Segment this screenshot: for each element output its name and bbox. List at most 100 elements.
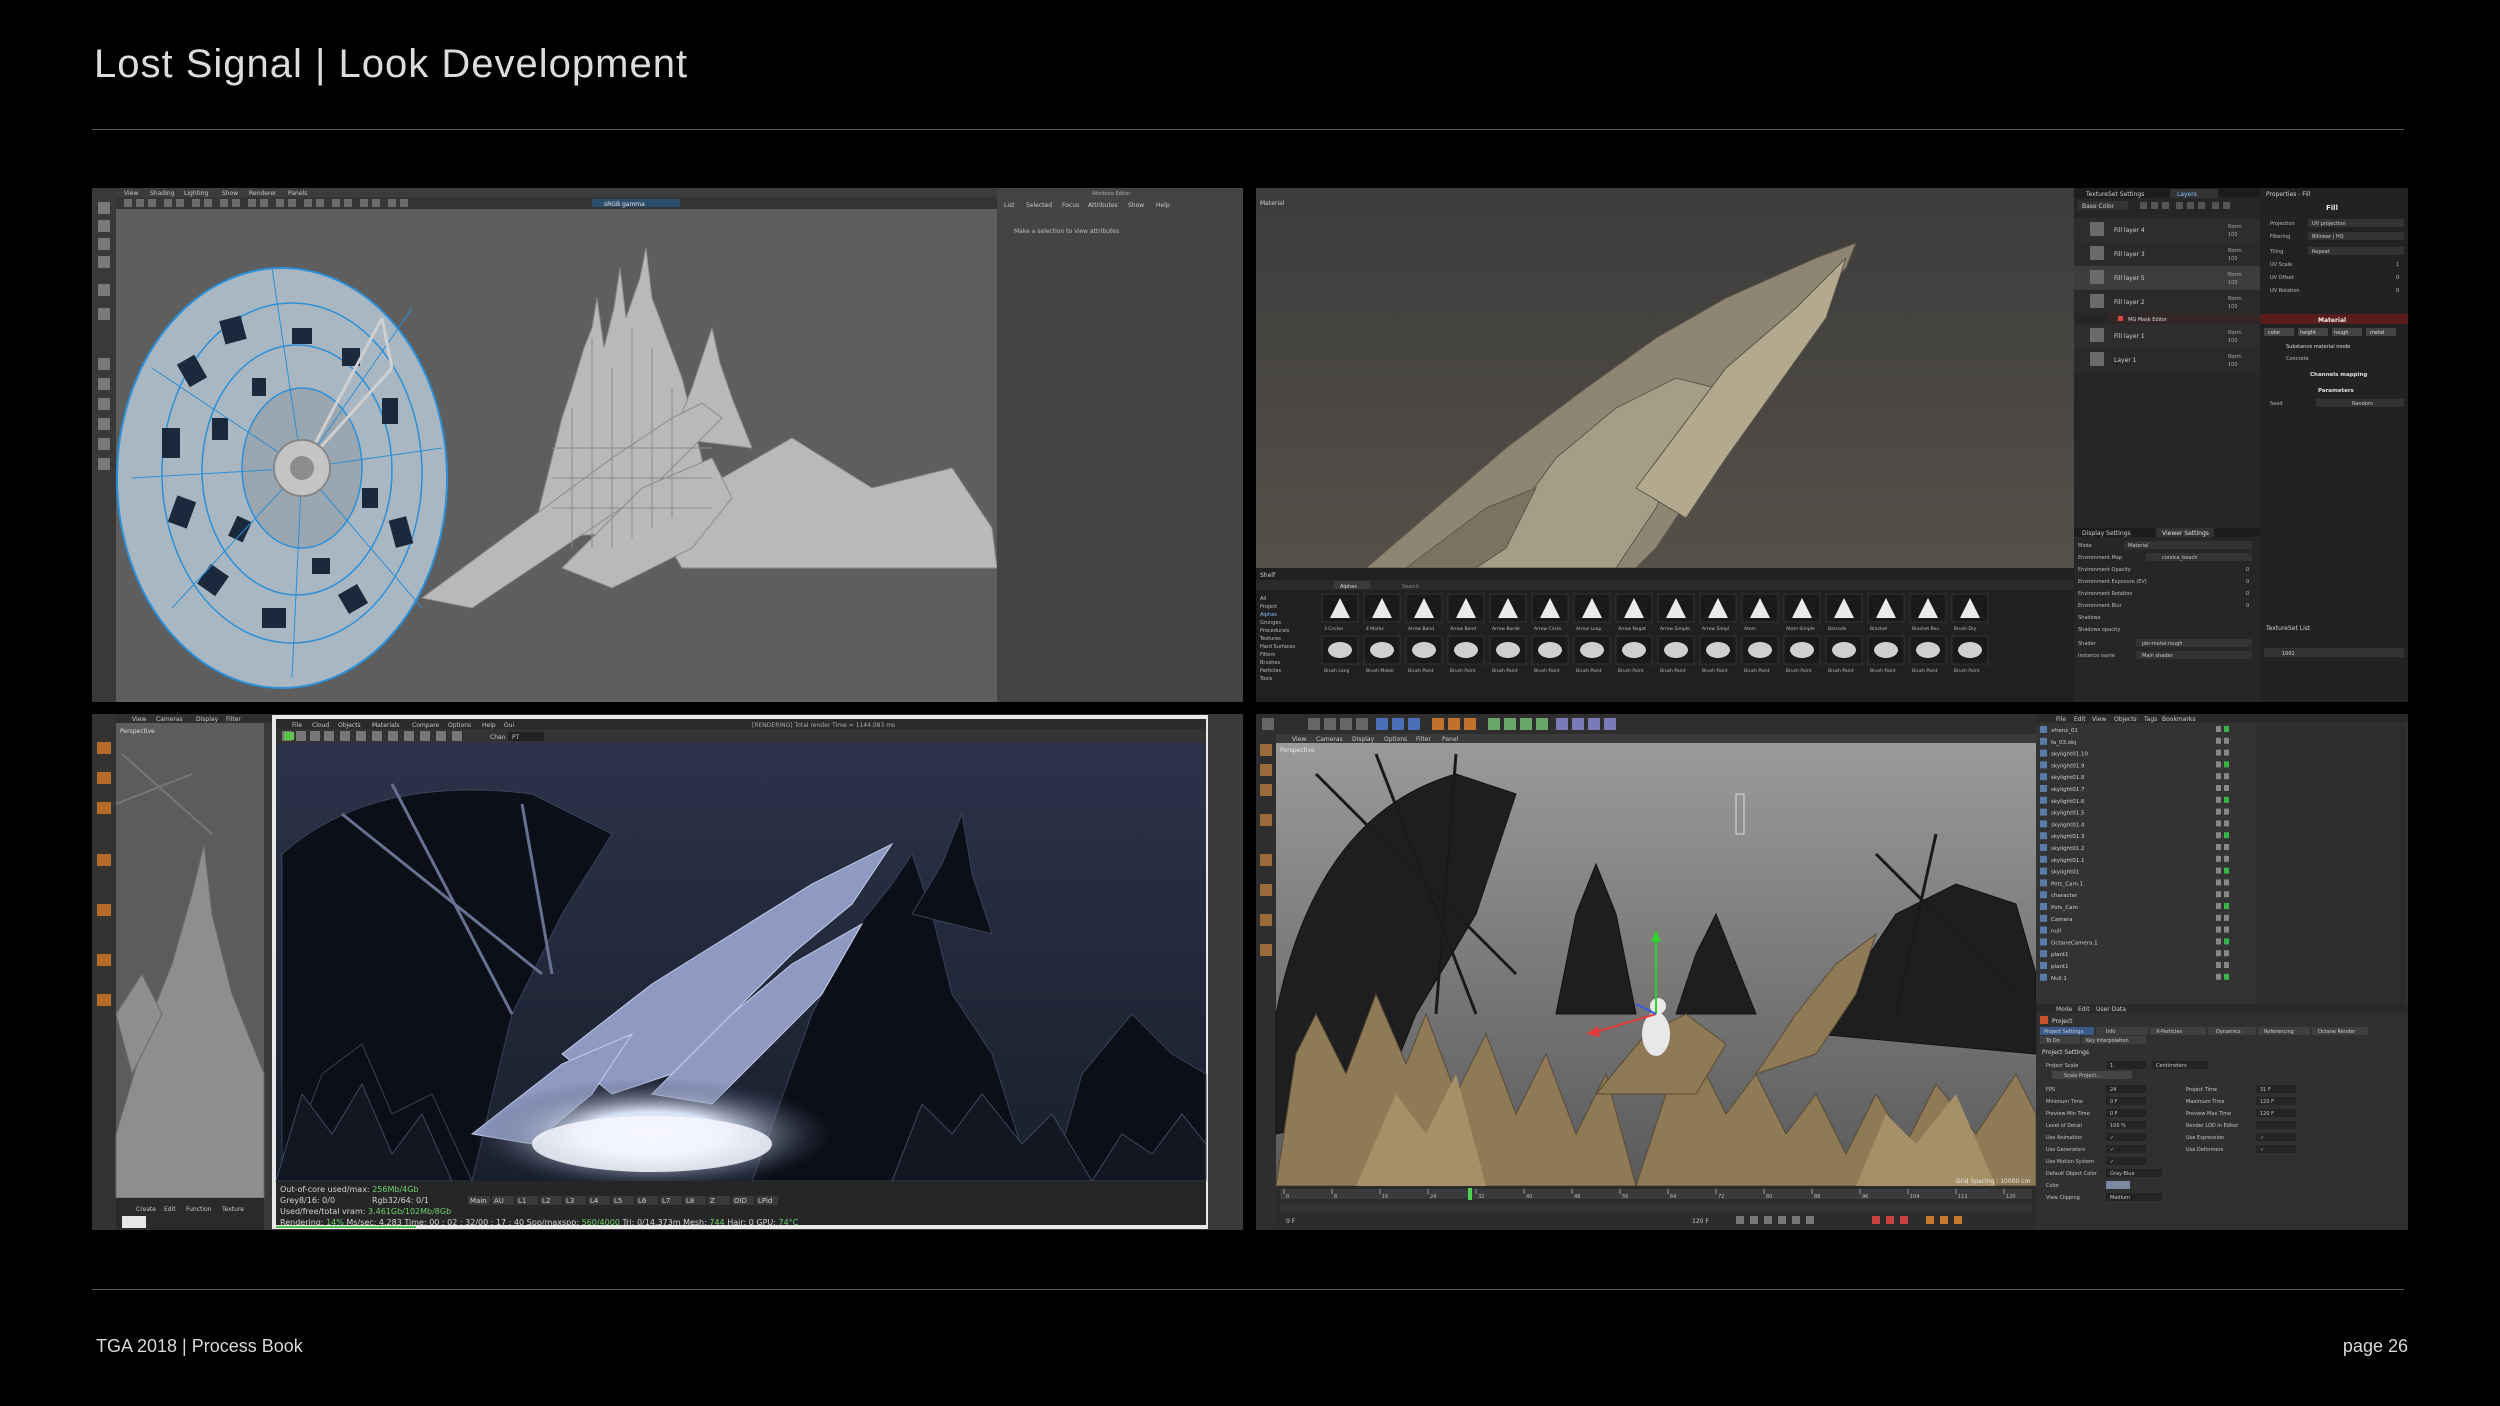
painter-mask-editor: MG Mask Editor [2128, 317, 2168, 323]
svg-text:8: 8 [1334, 1194, 1337, 1200]
maya-attr-hint: Make a selection to view attributes [1014, 228, 1119, 235]
svg-text:Default Object Color: Default Object Color [2046, 1171, 2098, 1177]
svg-text:Key Interpolation: Key Interpolation [2086, 1038, 2129, 1044]
shelf-item-label: Arrow Simple [1660, 626, 1690, 632]
svg-text:Use Deformers: Use Deformers [2186, 1147, 2224, 1153]
shelf-item-label: Brush Paint [1912, 668, 1938, 674]
svg-text:32: 32 [1478, 1194, 1484, 1200]
maya-menu-view: View [124, 190, 138, 197]
shelf-item-label: Brush Paint [1408, 668, 1434, 674]
svg-text:24: 24 [2110, 1087, 2116, 1093]
octane-pass-tab: Main [470, 1197, 487, 1205]
svg-text:100: 100 [2228, 280, 2238, 286]
svg-text:0: 0 [1286, 1194, 1289, 1200]
svg-text:Bookmarks: Bookmarks [2162, 716, 2196, 723]
svg-text:100: 100 [2228, 304, 2238, 310]
svg-text:40: 40 [1526, 1194, 1532, 1200]
shelf-item-label: Brush Paint [1828, 668, 1854, 674]
svg-text:120 F: 120 F [2260, 1111, 2274, 1117]
svg-text:0: 0 [2246, 603, 2249, 609]
svg-text:1: 1 [2110, 1063, 2113, 1069]
octane-pass-tab: L3 [566, 1197, 574, 1205]
painter-props-title: Properties - Fill [2266, 191, 2311, 198]
svg-text:48: 48 [1574, 1194, 1580, 1200]
svg-text:100: 100 [2228, 362, 2238, 368]
svg-text:Instance name: Instance name [2078, 653, 2115, 659]
c4d-object-item: skylight01.9 [2051, 763, 2085, 769]
svg-text:Tags: Tags [2143, 716, 2157, 723]
svg-text:Level of Detail: Level of Detail [2046, 1123, 2082, 1129]
shelf-item-label: Brush Paint [1576, 668, 1602, 674]
c4d-screenshot: View Cameras Display Options Filter Pane… [1256, 714, 2408, 1230]
octane-pass-tab: L8 [686, 1197, 694, 1205]
svg-text:Maximum Time: Maximum Time [2186, 1099, 2224, 1105]
svg-text:Mode: Mode [2056, 1006, 2073, 1013]
svg-text:Textures: Textures [1259, 636, 1281, 642]
painter-tab-viewer: Viewer Settings [2162, 530, 2209, 537]
c4d-object-item: skylight01.5 [2051, 811, 2085, 817]
c4d-object-item: fa_03.obj [2051, 740, 2077, 746]
painter-material-title: Material [2318, 317, 2346, 324]
svg-text:Preview Min Time: Preview Min Time [2046, 1111, 2090, 1117]
svg-text:Norm: Norm [2228, 296, 2242, 302]
svg-text:Grey8/16: 0/0: Grey8/16: 0/0 [280, 1196, 335, 1205]
c4d-grid-spacing: Grid Spacing : 10000 cm [1956, 1178, 2030, 1185]
c4d-object-item: skylight01.1 [2051, 858, 2085, 864]
svg-text:Rgb32/64: 0/1: Rgb32/64: 0/1 [372, 1196, 429, 1205]
octane-pass-tab: OID [734, 1197, 747, 1205]
painter-textureset-list: TextureSet List [2265, 625, 2311, 632]
c4d-object-item: skylight01.3 [2051, 834, 2085, 840]
octane-pass-tab: LPid [758, 1197, 772, 1205]
svg-text:Used/free/total vram: 3.461Gb/: Used/free/total vram: 3.461Gb/102Mb/8Gb [280, 1207, 451, 1216]
svg-text:Rendering: 14% Ms/sec: 4.283: Rendering: 14% Ms/sec: 4.283 Time: 00 : … [280, 1218, 799, 1227]
svg-text:Info: Info [2106, 1029, 2115, 1035]
maya-menu-show: Show [222, 190, 238, 197]
c4d-object-item: skylight01.2 [2051, 846, 2085, 852]
svg-text:0: 0 [2396, 275, 2399, 281]
svg-text:Render LOD in Editor: Render LOD in Editor [2186, 1123, 2239, 1129]
svg-text:Concrete: Concrete [2286, 356, 2309, 362]
shelf-item-label: Arrow Borde [1492, 626, 1520, 632]
svg-text:corsica_beach: corsica_beach [2162, 555, 2197, 561]
shelf-item-label: Brush Long [1324, 668, 1349, 674]
shelf-item-label: Barcode [1828, 626, 1847, 632]
svg-text:100 %: 100 % [2110, 1123, 2126, 1129]
maya-viewport-screenshot: View Shading Lighting Show Renderer Pane… [92, 188, 1243, 702]
svg-text:Filtering: Filtering [2270, 234, 2290, 240]
painter-tab-layers: Layers [2177, 191, 2197, 198]
svg-text:72: 72 [1718, 1194, 1724, 1200]
svg-text:pbr-metal-rough: pbr-metal-rough [2142, 641, 2183, 647]
painter-props-fill: Fill [2326, 204, 2338, 212]
shelf-item-label: Arrow Band [1408, 626, 1434, 632]
svg-text:Create: Create [136, 1206, 156, 1213]
shelf-item-label: Brush Paint [1744, 668, 1770, 674]
c4d-object-item: plant1 [2051, 952, 2069, 958]
svg-text:Grunges: Grunges [1260, 620, 1282, 626]
painter-layer-name: Fill layer 4 [2114, 227, 2145, 234]
shelf-item-label: Brush Paint [1954, 668, 1980, 674]
header-divider [92, 129, 2404, 130]
svg-text:Norm: Norm [2228, 354, 2242, 360]
svg-text:Function: Function [186, 1206, 212, 1213]
svg-text:color: color [2268, 330, 2281, 336]
octane-render-screenshot: View Cameras Display Filter Perspective … [92, 714, 1243, 1230]
shelf-item-label: Atom [1744, 626, 1756, 632]
svg-text:Display: Display [196, 716, 219, 723]
svg-text:Filter: Filter [226, 716, 241, 723]
svg-text:Project Scale: Project Scale [2046, 1063, 2078, 1069]
svg-text:Centimeters: Centimeters [2156, 1063, 2187, 1069]
svg-text:Tools: Tools [1259, 676, 1273, 682]
svg-text:120: 120 [2006, 1194, 2016, 1200]
svg-text:Project: Project [1260, 604, 1277, 610]
svg-text:Edit: Edit [164, 1206, 176, 1213]
octane-pass-tab: L6 [638, 1197, 647, 1205]
c4d-object-item: Pots_Cam [2051, 905, 2078, 911]
svg-text:Shader: Shader [2078, 641, 2097, 647]
svg-text:Display: Display [1352, 736, 1375, 743]
shelf-item-label: Brush Paint [1450, 668, 1476, 674]
svg-text:Referencing: Referencing [2264, 1029, 2294, 1035]
svg-text:Gray-Blue: Gray-Blue [2110, 1171, 2135, 1177]
svg-text:16: 16 [1382, 1194, 1388, 1200]
svg-text:120 F: 120 F [2260, 1099, 2274, 1105]
svg-text:Panel: Panel [1442, 736, 1459, 743]
